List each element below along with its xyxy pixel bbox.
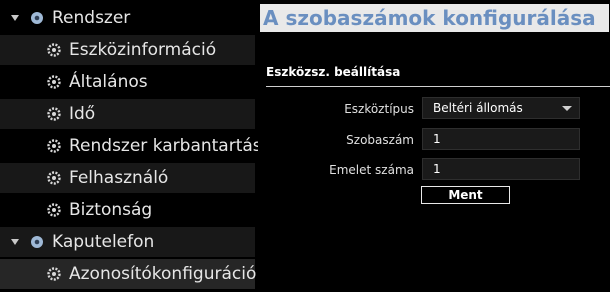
sidebar-item-biztonsag[interactable]: Biztonság <box>0 195 255 225</box>
sidebar-item-rendszer-karbantartasa[interactable]: Rendszer karbantartása <box>0 131 272 161</box>
sidebar-group-rendszer[interactable]: Rendszer <box>0 3 255 33</box>
gear-icon <box>47 139 61 153</box>
gear-icon <box>47 43 61 57</box>
sidebar-item-label: Eszközinformáció <box>69 40 217 60</box>
page-title: A szobaszámok konfigurálása <box>263 6 596 30</box>
sidebar-item-label: Azonosítókonfiguráció <box>69 264 257 284</box>
section-title: Eszközsz. beállítása <box>266 65 401 79</box>
sidebar: Rendszer Eszközinformáció Általános Idő … <box>0 0 272 292</box>
gear-icon <box>47 171 61 185</box>
save-button[interactable]: Ment <box>421 186 510 204</box>
device-type-value: Beltéri állomás <box>433 101 523 115</box>
room-number-label: Szobaszám <box>346 133 414 147</box>
sidebar-item-label: Felhasználó <box>69 168 169 188</box>
sidebar-item-label: Rendszer karbantartása <box>69 136 273 156</box>
floor-number-input[interactable]: 1 <box>422 158 580 180</box>
gear-icon <box>47 75 61 89</box>
room-number-value: 1 <box>433 132 441 146</box>
expand-arrow-icon[interactable] <box>11 239 19 245</box>
sidebar-item-label: Általános <box>69 72 148 92</box>
gear-icon <box>47 107 61 121</box>
sidebar-item-label: Biztonság <box>69 200 153 220</box>
sidebar-item-azonositokonfiguracio[interactable]: Azonosítókonfiguráció <box>0 259 257 289</box>
section-divider <box>266 86 610 87</box>
sidebar-item-label: Idő <box>69 104 96 124</box>
expand-arrow-icon[interactable] <box>11 15 19 21</box>
gear-icon <box>47 267 61 281</box>
page-header: A szobaszámok konfigurálása <box>260 4 609 32</box>
floor-number-label: Emelet száma <box>329 163 414 177</box>
sidebar-group-kaputelefon[interactable]: Kaputelefon <box>0 227 255 257</box>
settings-icon <box>31 236 43 248</box>
device-type-select[interactable]: Beltéri állomás <box>422 97 580 119</box>
sidebar-group-label: Rendszer <box>52 8 131 28</box>
main-panel: A szobaszámok konfigurálása Eszközsz. be… <box>258 0 610 292</box>
settings-icon <box>31 12 43 24</box>
sidebar-item-ido[interactable]: Idő <box>0 99 255 129</box>
device-type-label: Eszköztípus <box>344 102 414 116</box>
sidebar-item-eszkozinformacio[interactable]: Eszközinformáció <box>0 35 255 65</box>
gear-icon <box>47 203 61 217</box>
room-number-input[interactable]: 1 <box>422 128 580 150</box>
sidebar-item-felhasznalo[interactable]: Felhasználó <box>0 163 255 193</box>
sidebar-group-label: Kaputelefon <box>52 232 155 252</box>
chevron-down-icon[interactable] <box>562 106 572 111</box>
sidebar-item-altalanos[interactable]: Általános <box>0 67 255 97</box>
floor-number-value: 1 <box>433 162 441 176</box>
